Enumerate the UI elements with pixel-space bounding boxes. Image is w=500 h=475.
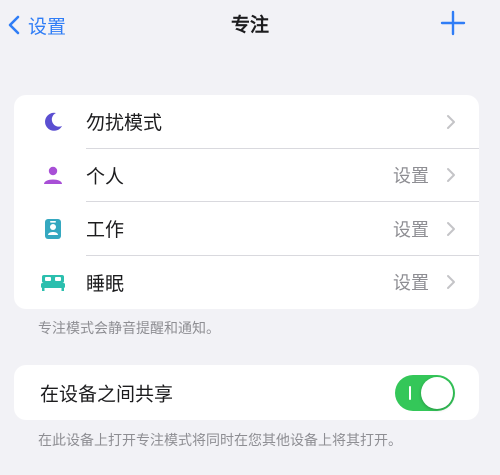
- toggle-on-mark: [409, 385, 411, 400]
- chevron-right-icon: [447, 221, 455, 236]
- share-toggle[interactable]: [395, 374, 455, 411]
- item-label: 工作: [86, 219, 125, 242]
- chevron-right-icon: [447, 275, 455, 290]
- share-across-devices-row: 在设备之间共享: [14, 365, 479, 420]
- list-item-personal[interactable]: 个人 设置: [14, 149, 479, 202]
- list-item-work[interactable]: 工作 设置: [14, 202, 479, 256]
- plus-icon[interactable]: [440, 10, 466, 36]
- item-value: 设置: [393, 273, 429, 295]
- item-value: 设置: [393, 219, 429, 241]
- navigation-bar: 设置 专注: [0, 0, 500, 56]
- modes-footnote: 专注模式会静音提醒和通知。: [38, 321, 220, 337]
- chevron-right-icon: [447, 114, 455, 129]
- id-badge-icon: [40, 216, 66, 242]
- item-label: 个人: [86, 165, 125, 188]
- page-title: 专注: [230, 14, 269, 36]
- toggle-knob: [421, 376, 453, 409]
- item-label: 睡眠: [86, 272, 125, 295]
- focus-modes-list: 勿扰模式 个人 设置 工作 设置 睡眠 设置: [14, 95, 479, 309]
- moon-icon: [40, 109, 66, 135]
- list-item-sleep[interactable]: 睡眠 设置: [14, 256, 479, 310]
- bed-icon: [40, 269, 66, 295]
- chevron-right-icon: [447, 168, 455, 183]
- person-icon: [40, 162, 66, 188]
- item-value: 设置: [393, 166, 429, 188]
- list-item-do-not-disturb[interactable]: 勿扰模式: [14, 95, 479, 149]
- share-label: 在设备之间共享: [40, 383, 174, 405]
- item-label: 勿扰模式: [86, 112, 163, 135]
- share-footnote: 在此设备上打开专注模式将同时在您其他设备上将其打开。: [38, 433, 402, 449]
